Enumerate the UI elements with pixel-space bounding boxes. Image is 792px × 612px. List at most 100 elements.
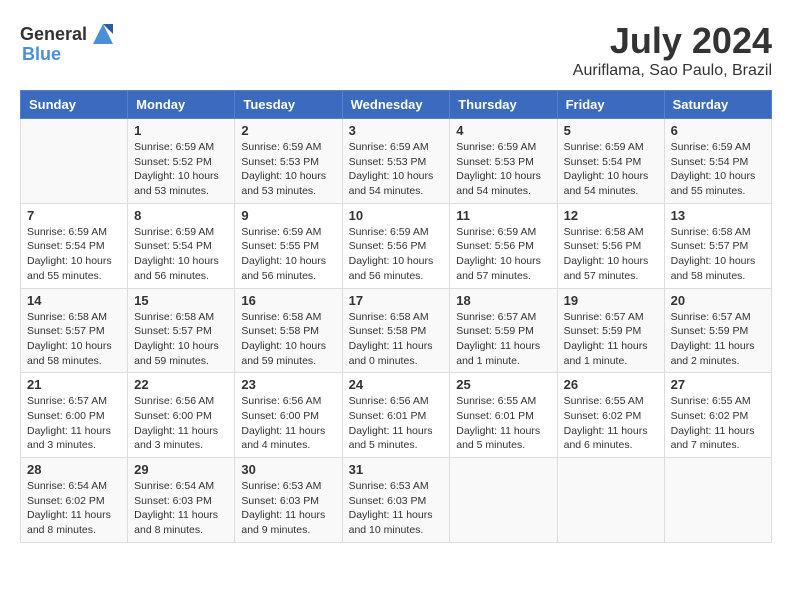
table-row: 20 Sunrise: 6:57 AM Sunset: 5:59 PM Dayli…	[664, 288, 771, 373]
table-row: 25 Sunrise: 6:55 AM Sunset: 6:01 PM Dayli…	[450, 373, 557, 458]
day-info: Sunrise: 6:57 AM Sunset: 6:00 PM Dayligh…	[27, 394, 121, 453]
day-number: 9	[241, 208, 335, 223]
table-row: 8 Sunrise: 6:59 AM Sunset: 5:54 PM Daylig…	[128, 203, 235, 288]
day-number: 22	[134, 377, 228, 392]
table-row: 22 Sunrise: 6:56 AM Sunset: 6:00 PM Dayli…	[128, 373, 235, 458]
day-number: 10	[349, 208, 444, 223]
calendar-header-row: Sunday Monday Tuesday Wednesday Thursday…	[21, 91, 772, 119]
col-sunday: Sunday	[21, 91, 128, 119]
table-row: 13 Sunrise: 6:58 AM Sunset: 5:57 PM Dayli…	[664, 203, 771, 288]
day-number: 12	[564, 208, 658, 223]
table-row: 10 Sunrise: 6:59 AM Sunset: 5:56 PM Dayli…	[342, 203, 450, 288]
day-number: 23	[241, 377, 335, 392]
logo-icon	[89, 20, 117, 48]
table-row: 26Sunrise: 6:55 AM Sunset: 6:02 PM Dayli…	[557, 373, 664, 458]
table-row: 15Sunrise: 6:58 AM Sunset: 5:57 PM Dayli…	[128, 288, 235, 373]
table-row: 9 Sunrise: 6:59 AM Sunset: 5:55 PM Daylig…	[235, 203, 342, 288]
day-info: Sunrise: 6:54 AM Sunset: 6:02 PM Dayligh…	[27, 479, 121, 538]
logo-blue: Blue	[22, 44, 61, 65]
day-number: 16	[241, 293, 335, 308]
day-number: 15	[134, 293, 228, 308]
table-row: 1 Sunrise: 6:59 AM Sunset: 5:52 PM Daylig…	[128, 119, 235, 204]
day-number: 30	[241, 462, 335, 477]
day-info: Sunrise: 6:59 AM Sunset: 5:56 PM Dayligh…	[349, 225, 444, 284]
table-row: 16 Sunrise: 6:58 AM Sunset: 5:58 PM Dayli…	[235, 288, 342, 373]
table-row	[450, 458, 557, 543]
table-row: 18Sunrise: 6:57 AM Sunset: 5:59 PM Dayli…	[450, 288, 557, 373]
day-info: Sunrise: 6:56 AM Sunset: 6:00 PM Dayligh…	[134, 394, 228, 453]
table-row: 31 Sunrise: 6:53 AM Sunset: 6:03 PM Dayli…	[342, 458, 450, 543]
day-number: 13	[671, 208, 765, 223]
table-row: 14Sunrise: 6:58 AM Sunset: 5:57 PM Dayli…	[21, 288, 128, 373]
day-info: Sunrise: 6:55 AM Sunset: 6:02 PM Dayligh…	[564, 394, 658, 453]
day-number: 19	[564, 293, 658, 308]
table-row: 23 Sunrise: 6:56 AM Sunset: 6:00 PM Dayli…	[235, 373, 342, 458]
page-header: General Blue July 2024 Auriflama, Sao Pa…	[20, 20, 772, 80]
table-row: 29Sunrise: 6:54 AM Sunset: 6:03 PM Dayli…	[128, 458, 235, 543]
logo-general: General	[20, 24, 87, 45]
table-row: 24Sunrise: 6:56 AM Sunset: 6:01 PM Dayli…	[342, 373, 450, 458]
calendar-week-1: 1 Sunrise: 6:59 AM Sunset: 5:52 PM Daylig…	[21, 119, 772, 204]
col-friday: Friday	[557, 91, 664, 119]
day-info: Sunrise: 6:56 AM Sunset: 6:00 PM Dayligh…	[241, 394, 335, 453]
day-info: Sunrise: 6:59 AM Sunset: 5:54 PM Dayligh…	[671, 140, 765, 199]
title-section: July 2024 Auriflama, Sao Paulo, Brazil	[573, 20, 772, 80]
day-number: 8	[134, 208, 228, 223]
day-info: Sunrise: 6:55 AM Sunset: 6:02 PM Dayligh…	[671, 394, 765, 453]
day-number: 1	[134, 123, 228, 138]
day-info: Sunrise: 6:54 AM Sunset: 6:03 PM Dayligh…	[134, 479, 228, 538]
day-info: Sunrise: 6:58 AM Sunset: 5:57 PM Dayligh…	[27, 310, 121, 369]
table-row	[664, 458, 771, 543]
day-info: Sunrise: 6:59 AM Sunset: 5:54 PM Dayligh…	[134, 225, 228, 284]
day-number: 24	[349, 377, 444, 392]
day-info: Sunrise: 6:58 AM Sunset: 5:58 PM Dayligh…	[241, 310, 335, 369]
col-thursday: Thursday	[450, 91, 557, 119]
day-number: 18	[456, 293, 550, 308]
table-row: 5Sunrise: 6:59 AM Sunset: 5:54 PM Daylig…	[557, 119, 664, 204]
day-info: Sunrise: 6:57 AM Sunset: 5:59 PM Dayligh…	[564, 310, 658, 369]
day-number: 11	[456, 208, 550, 223]
day-info: Sunrise: 6:58 AM Sunset: 5:56 PM Dayligh…	[564, 225, 658, 284]
table-row: 12 Sunrise: 6:58 AM Sunset: 5:56 PM Dayli…	[557, 203, 664, 288]
day-info: Sunrise: 6:59 AM Sunset: 5:56 PM Dayligh…	[456, 225, 550, 284]
day-info: Sunrise: 6:55 AM Sunset: 6:01 PM Dayligh…	[456, 394, 550, 453]
table-row: 3 Sunrise: 6:59 AM Sunset: 5:53 PM Daylig…	[342, 119, 450, 204]
table-row: 17 Sunrise: 6:58 AM Sunset: 5:58 PM Dayli…	[342, 288, 450, 373]
table-row: 30 Sunrise: 6:53 AM Sunset: 6:03 PM Dayli…	[235, 458, 342, 543]
table-row: 27 Sunrise: 6:55 AM Sunset: 6:02 PM Dayli…	[664, 373, 771, 458]
month-year-title: July 2024	[573, 20, 772, 62]
day-info: Sunrise: 6:59 AM Sunset: 5:53 PM Dayligh…	[349, 140, 444, 199]
day-number: 3	[349, 123, 444, 138]
day-info: Sunrise: 6:58 AM Sunset: 5:58 PM Dayligh…	[349, 310, 444, 369]
day-info: Sunrise: 6:59 AM Sunset: 5:53 PM Dayligh…	[241, 140, 335, 199]
calendar-week-4: 21 Sunrise: 6:57 AM Sunset: 6:00 PM Dayli…	[21, 373, 772, 458]
day-info: Sunrise: 6:59 AM Sunset: 5:54 PM Dayligh…	[27, 225, 121, 284]
day-number: 31	[349, 462, 444, 477]
table-row: 4Sunrise: 6:59 AM Sunset: 5:53 PM Daylig…	[450, 119, 557, 204]
day-number: 7	[27, 208, 121, 223]
day-number: 20	[671, 293, 765, 308]
day-number: 21	[27, 377, 121, 392]
table-row: 6Sunrise: 6:59 AM Sunset: 5:54 PM Daylig…	[664, 119, 771, 204]
calendar-week-3: 14Sunrise: 6:58 AM Sunset: 5:57 PM Dayli…	[21, 288, 772, 373]
day-info: Sunrise: 6:53 AM Sunset: 6:03 PM Dayligh…	[241, 479, 335, 538]
day-info: Sunrise: 6:58 AM Sunset: 5:57 PM Dayligh…	[671, 225, 765, 284]
table-row: 19 Sunrise: 6:57 AM Sunset: 5:59 PM Dayli…	[557, 288, 664, 373]
day-number: 17	[349, 293, 444, 308]
day-info: Sunrise: 6:53 AM Sunset: 6:03 PM Dayligh…	[349, 479, 444, 538]
table-row	[557, 458, 664, 543]
day-info: Sunrise: 6:57 AM Sunset: 5:59 PM Dayligh…	[671, 310, 765, 369]
day-info: Sunrise: 6:59 AM Sunset: 5:55 PM Dayligh…	[241, 225, 335, 284]
day-number: 4	[456, 123, 550, 138]
col-monday: Monday	[128, 91, 235, 119]
day-number: 27	[671, 377, 765, 392]
calendar-week-2: 7 Sunrise: 6:59 AM Sunset: 5:54 PM Daylig…	[21, 203, 772, 288]
calendar-week-5: 28Sunrise: 6:54 AM Sunset: 6:02 PM Dayli…	[21, 458, 772, 543]
day-info: Sunrise: 6:59 AM Sunset: 5:52 PM Dayligh…	[134, 140, 228, 199]
day-number: 2	[241, 123, 335, 138]
day-number: 25	[456, 377, 550, 392]
logo: General Blue	[20, 20, 117, 65]
table-row: 7 Sunrise: 6:59 AM Sunset: 5:54 PM Daylig…	[21, 203, 128, 288]
table-row: 11 Sunrise: 6:59 AM Sunset: 5:56 PM Dayli…	[450, 203, 557, 288]
table-row	[21, 119, 128, 204]
